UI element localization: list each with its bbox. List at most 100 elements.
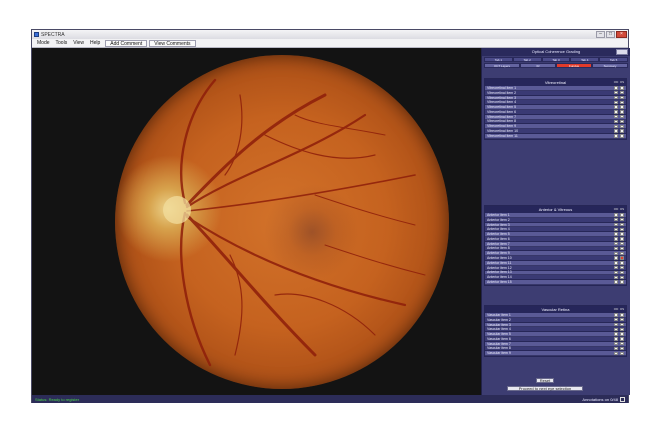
checkbox-od[interactable] (614, 129, 618, 133)
checkbox-od[interactable] (614, 105, 618, 109)
checkbox-os[interactable] (620, 327, 624, 332)
checkbox-od[interactable] (614, 246, 618, 251)
proceed-button[interactable]: Proceed to next eye selection (507, 386, 583, 391)
checkbox-od[interactable] (614, 337, 618, 341)
checkbox-od[interactable] (614, 217, 618, 222)
checkbox-os[interactable] (620, 134, 624, 138)
tab-ir[interactable]: IR (520, 63, 556, 68)
checkbox-od[interactable] (614, 351, 618, 356)
reset-button[interactable]: Reset (536, 378, 554, 383)
checkbox-os[interactable] (620, 129, 624, 133)
checkbox-os[interactable] (620, 261, 624, 265)
tab-3[interactable]: Tab 3 (541, 57, 571, 62)
checkbox-od[interactable] (614, 275, 618, 279)
tab-1[interactable]: Tab 1 (484, 57, 513, 62)
checkbox-od[interactable] (614, 332, 618, 336)
checkbox-od[interactable] (614, 327, 618, 332)
checkbox-od[interactable] (614, 124, 618, 129)
checkbox-od[interactable] (614, 341, 618, 346)
checkbox-os[interactable] (620, 217, 624, 222)
tab-summary[interactable]: Summary (592, 63, 628, 68)
menu-tools[interactable]: Tools (53, 40, 71, 46)
checkbox-od[interactable] (614, 110, 618, 114)
checkbox-os[interactable] (620, 270, 624, 275)
checkbox-os[interactable] (620, 110, 624, 114)
checkbox-od[interactable] (614, 261, 618, 265)
checklist-row[interactable]: Vitreoretinal item 11 (485, 134, 626, 139)
resize-grip-icon[interactable] (620, 396, 625, 402)
checkbox-os[interactable] (620, 114, 624, 119)
image-viewer[interactable] (32, 48, 481, 395)
fundus-image[interactable] (115, 55, 449, 389)
checkbox-os[interactable] (620, 317, 624, 322)
checklist-row[interactable]: Anterior item 15 (485, 280, 626, 285)
checkbox-od[interactable] (614, 251, 618, 256)
checkbox-os[interactable] (620, 251, 624, 256)
checkbox-od[interactable] (614, 317, 618, 322)
checkbox-od[interactable] (614, 346, 618, 351)
minimize-button[interactable]: – (596, 31, 605, 38)
checkbox-os[interactable] (620, 86, 624, 90)
checkbox-od[interactable] (614, 237, 618, 241)
checkbox-od[interactable] (614, 270, 618, 275)
checkbox-os[interactable] (620, 332, 624, 336)
checkbox-os[interactable] (620, 227, 624, 232)
checkbox-od[interactable] (614, 256, 618, 260)
menu-mode[interactable]: Mode (34, 40, 53, 46)
checkbox-os[interactable] (620, 119, 624, 124)
checkbox-od[interactable] (614, 313, 618, 317)
checkbox-os[interactable] (620, 105, 624, 109)
checklist-row[interactable]: Vascular item 9 (485, 351, 626, 357)
checkbox-od[interactable] (614, 100, 618, 105)
checkbox-os[interactable] (620, 275, 624, 279)
checkbox-od[interactable] (614, 134, 618, 138)
close-button[interactable]: × (616, 31, 627, 38)
checkbox-os[interactable] (620, 90, 624, 95)
checkbox-os[interactable] (620, 265, 624, 270)
checkbox-os[interactable] (620, 256, 624, 260)
checkbox-od[interactable] (614, 241, 618, 246)
checkbox-os[interactable] (620, 341, 624, 346)
checkbox-os[interactable] (620, 232, 624, 236)
checkbox-od[interactable] (614, 90, 618, 95)
checkbox-od[interactable] (614, 213, 618, 217)
checkbox-od[interactable] (614, 86, 618, 90)
checkbox-os[interactable] (620, 280, 624, 284)
menu-view[interactable]: View (70, 40, 87, 46)
app-window: SPECTRA – □ × Mode Tools View Help Add C… (31, 29, 630, 403)
menu-help[interactable]: Help (87, 40, 103, 46)
menu-bar: Mode Tools View Help Add Comment View Co… (32, 39, 628, 48)
checkbox-os[interactable] (620, 95, 624, 100)
view-comments-button[interactable]: View Comments (149, 39, 196, 47)
panel-close-button[interactable] (616, 49, 628, 55)
checkbox-os[interactable] (620, 313, 624, 317)
checkbox-os[interactable] (620, 100, 624, 105)
checkbox-os[interactable] (620, 246, 624, 251)
checklist-row-label: Vascular item 3 (487, 322, 511, 327)
tab-oct-layers[interactable]: OCT Layers (484, 63, 520, 68)
checkbox-od[interactable] (614, 322, 618, 327)
checkbox-os[interactable] (620, 213, 624, 217)
checkbox-os[interactable] (620, 222, 624, 227)
checkbox-od[interactable] (614, 114, 618, 119)
checkbox-os[interactable] (620, 337, 624, 341)
checkbox-os[interactable] (620, 241, 624, 246)
checkbox-od[interactable] (614, 222, 618, 227)
checkbox-os[interactable] (620, 237, 624, 241)
tab-fundus[interactable]: Fundus (556, 63, 592, 68)
checkbox-os[interactable] (620, 124, 624, 129)
checkbox-od[interactable] (614, 280, 618, 284)
checkbox-od[interactable] (614, 232, 618, 236)
tab-4[interactable]: Tab 4 (570, 57, 600, 62)
checkbox-od[interactable] (614, 95, 618, 100)
maximize-button[interactable]: □ (606, 31, 615, 38)
tab-5[interactable]: Tab 5 (599, 57, 628, 62)
checkbox-od[interactable] (614, 227, 618, 232)
add-comment-button[interactable]: Add Comment (105, 39, 148, 47)
checkbox-os[interactable] (620, 351, 624, 356)
checkbox-od[interactable] (614, 265, 618, 270)
tab-2[interactable]: Tab 2 (512, 57, 542, 62)
checkbox-os[interactable] (620, 322, 624, 327)
checkbox-os[interactable] (620, 346, 624, 351)
checkbox-od[interactable] (614, 119, 618, 124)
